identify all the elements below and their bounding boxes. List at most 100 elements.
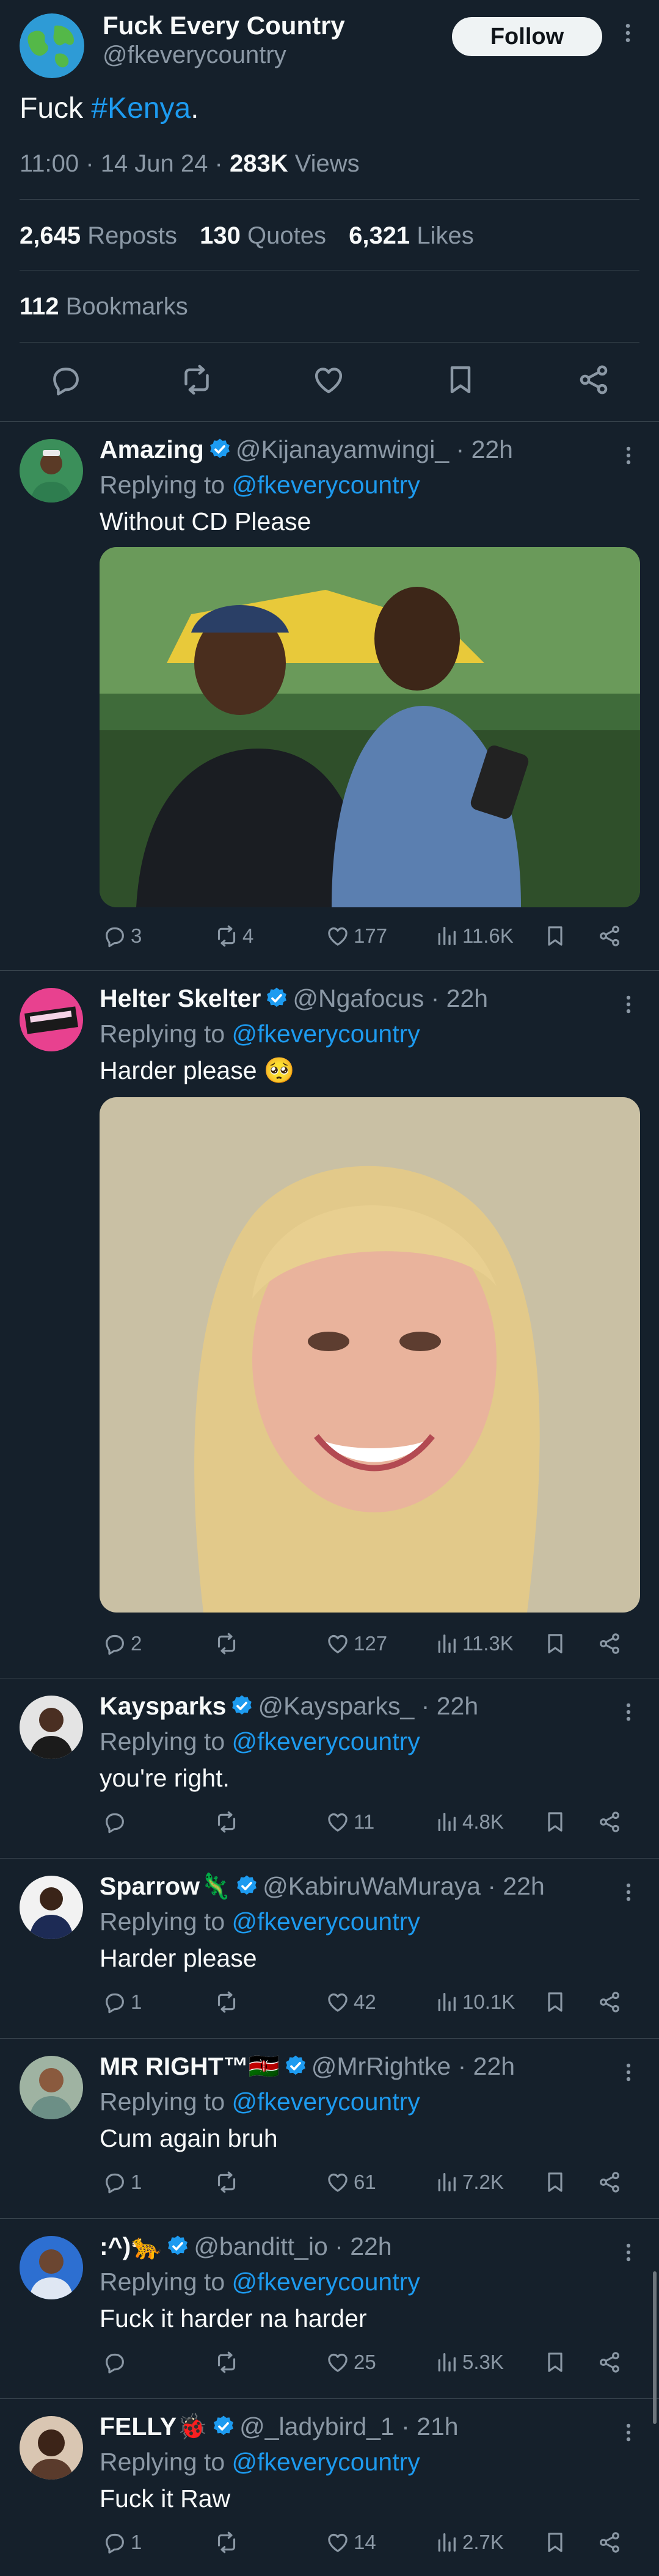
views-button[interactable]: 11.3K [434,1631,514,1656]
views-button[interactable]: 4.8K [434,1810,504,1834]
display-name[interactable]: Helter Skelter [100,984,261,1012]
reply-tweet[interactable]: Amazing @Kijanayamwingi_ · 22h Replying t… [0,422,659,970]
more-options-icon[interactable] [617,2241,640,2264]
reply-tweet[interactable]: Kaysparks @Kaysparks_ · 22h Replying to @… [0,1678,659,1858]
reply-button[interactable]: 1 [103,2170,142,2194]
hashtag-link[interactable]: #Kenya [91,92,191,125]
bookmarks-stat[interactable]: 112 Bookmarks [20,293,188,321]
tweet-time[interactable]: 11:00 [20,150,79,177]
reply-tweet[interactable]: Helter Skelter @Ngafocus · 22h Replying t… [0,971,659,1678]
views-button[interactable]: 2.7K [434,2530,504,2555]
user-handle[interactable]: @Kijanayamwingi_ [236,435,449,463]
reply-button[interactable]: 1 [103,1990,142,2014]
more-options-icon[interactable] [617,2421,640,2444]
reply-icon[interactable] [49,363,83,397]
repost-button[interactable] [214,2530,242,2555]
views-button[interactable]: 11.6K [434,924,514,948]
views-button[interactable]: 5.3K [434,2350,504,2375]
share-button[interactable] [597,2530,625,2555]
display-name[interactable]: MR RIGHT™🇰🇪 [100,2052,280,2080]
reply-tweet[interactable]: FELLY🐞 @_ladybird_1 · 21h Replying to @fk… [0,2399,659,2576]
bookmark-button[interactable] [543,924,571,948]
avatar[interactable] [20,2236,83,2299]
avatar[interactable] [20,1696,83,1759]
reply-tweet[interactable]: :^)🐆 @banditt_io · 22h Replying to @fkeve… [0,2219,659,2398]
repost-button[interactable] [214,2170,242,2194]
mention-link[interactable]: @fkeverycountry [232,1727,420,1755]
likes-stat[interactable]: 6,321 Likes [349,222,474,249]
avatar[interactable] [20,1876,83,1939]
reply-age[interactable]: 21h [417,2412,458,2440]
more-options-icon[interactable] [617,2061,640,2084]
display-name[interactable]: Sparrow🦎 [100,1872,231,1900]
reply-photo[interactable] [100,1097,640,1613]
views-button[interactable]: 10.1K [434,1990,515,2014]
like-button[interactable]: 25 [326,2350,376,2375]
verified-badge-icon[interactable] [283,2054,308,2078]
repost-button[interactable]: 4 [214,924,253,948]
reply-age[interactable]: 22h [350,2232,391,2260]
reply-age[interactable]: 22h [437,1692,478,1720]
avatar[interactable] [20,439,83,503]
display-name[interactable]: FELLY🐞 [100,2412,208,2440]
reply-tweet[interactable]: MR RIGHT™🇰🇪 @MrRightke · 22h Replying to … [0,2039,659,2218]
author-name[interactable]: Fuck Every Country [103,11,345,40]
reply-age[interactable]: 22h [473,2052,515,2080]
like-button[interactable]: 127 [326,1631,387,1656]
like-button[interactable]: 11 [326,1810,374,1834]
avatar[interactable] [20,988,83,1051]
author-handle[interactable]: @fkeverycountry [103,42,286,69]
user-handle[interactable]: @_ladybird_1 [239,2412,395,2440]
mention-link[interactable]: @fkeverycountry [232,2448,420,2476]
bookmark-icon[interactable] [443,363,478,397]
mention-link[interactable]: @fkeverycountry [232,1020,420,1048]
bookmark-button[interactable] [543,2530,571,2555]
repost-button[interactable] [214,1990,242,2014]
repost-icon[interactable] [180,363,214,397]
verified-badge-icon[interactable] [211,2414,236,2439]
verified-badge-icon[interactable] [230,1694,254,1718]
reply-age[interactable]: 22h [503,1872,544,1900]
quotes-stat[interactable]: 130 Quotes [200,222,326,249]
bookmark-button[interactable] [543,1990,571,2014]
share-button[interactable] [597,2350,625,2375]
display-name[interactable]: :^)🐆 [100,2232,162,2260]
follow-button[interactable]: Follow [452,17,602,56]
like-button[interactable]: 177 [326,924,387,948]
tweet-date[interactable]: 14 Jun 24 [101,150,208,177]
scrollbar-thumb[interactable] [653,2271,657,2424]
mention-link[interactable]: @fkeverycountry [232,471,420,499]
reply-age[interactable]: 22h [471,435,513,463]
more-options-icon[interactable] [617,1881,640,1904]
bookmark-button[interactable] [543,1631,571,1656]
like-button[interactable]: 42 [326,1990,376,2014]
user-handle[interactable]: @KabiruWaMuraya [263,1872,481,1900]
display-name[interactable]: Kaysparks [100,1692,226,1720]
reply-button[interactable]: 3 [103,924,142,948]
share-button[interactable] [597,1810,625,1834]
like-icon[interactable] [311,363,346,397]
user-handle[interactable]: @banditt_io [194,2232,327,2260]
like-button[interactable]: 14 [326,2530,376,2555]
mention-link[interactable]: @fkeverycountry [232,2088,420,2116]
repost-button[interactable] [214,1631,242,1656]
bookmark-button[interactable] [543,2170,571,2194]
mention-link[interactable]: @fkeverycountry [232,2268,420,2296]
more-options-icon[interactable] [617,1700,640,1724]
verified-badge-icon[interactable] [166,2234,190,2259]
share-button[interactable] [597,1631,625,1656]
repost-button[interactable] [214,1810,242,1834]
bookmark-button[interactable] [543,2350,571,2375]
verified-badge-icon[interactable] [235,1874,259,1898]
reply-age[interactable]: 22h [446,984,488,1012]
share-icon[interactable] [577,363,611,397]
avatar[interactable] [20,13,84,78]
reply-photo[interactable] [100,547,640,907]
share-button[interactable] [597,1990,625,2014]
share-button[interactable] [597,924,625,948]
display-name[interactable]: Amazing [100,435,204,463]
like-button[interactable]: 61 [326,2170,376,2194]
verified-badge-icon[interactable] [208,437,232,462]
views-button[interactable]: 7.2K [434,2170,504,2194]
reply-button[interactable]: 1 [103,2530,142,2555]
